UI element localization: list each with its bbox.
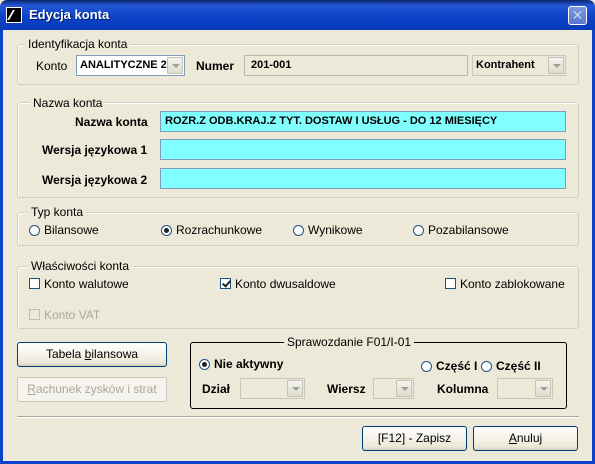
- nazwa-input[interactable]: ROZR.Z ODB.KRAJ.Z TYT. DOSTAW I USŁUG - …: [160, 111, 566, 132]
- zapisz-label: [F12] - Zapisz: [377, 431, 452, 445]
- anuluj-label: Anuluj: [508, 431, 543, 445]
- konto-combo[interactable]: ANALITYCZNE 2: [76, 55, 185, 76]
- radio-rozrachunkowe[interactable]: [161, 225, 172, 236]
- separator: [17, 416, 579, 418]
- typ-combo[interactable]: Kontrahent: [472, 55, 566, 76]
- radio-pozabilansowe[interactable]: [413, 225, 424, 236]
- nazwa-value: ROZR.Z ODB.KRAJ.Z TYT. DOSTAW I USŁUG - …: [165, 115, 498, 127]
- rachunek-zyskow-button: Rachunek zysków i strat: [17, 377, 167, 402]
- radio-czesc1-label: Część I: [436, 359, 478, 373]
- radio-wynikowe-label: Wynikowe: [308, 223, 363, 237]
- typ-konta-legend: Typ konta: [28, 205, 87, 219]
- checkbox-zablokowane[interactable]: [445, 278, 456, 289]
- identyfikacja-legend: Identyfikacja konta: [25, 37, 131, 51]
- chevron-down-icon[interactable]: [167, 57, 183, 74]
- tabela-bilansowa-button[interactable]: Tabela bilansowa: [17, 342, 167, 367]
- wersja1-label: Wersja językowa 1: [42, 143, 148, 157]
- radio-bilansowe[interactable]: [29, 225, 40, 236]
- zapisz-button[interactable]: [F12] - Zapisz: [362, 426, 467, 451]
- tabela-bilansowa-label: Tabela bilansowa: [45, 347, 139, 361]
- radio-nie-aktywny-label: Nie aktywny: [214, 357, 284, 371]
- wersja2-input[interactable]: [160, 168, 566, 189]
- checkbox-vat-label: Konto VAT: [44, 308, 101, 322]
- radio-wynikowe[interactable]: [293, 225, 304, 236]
- radio-nie-aktywny[interactable]: [199, 359, 210, 370]
- radio-czesc1[interactable]: [421, 361, 432, 372]
- radio-pozabilansowe-label: Pozabilansowe: [428, 223, 509, 237]
- chevron-down-icon[interactable]: [535, 380, 551, 397]
- dzial-label: Dział: [202, 382, 231, 396]
- radio-czesc2-label: Część II: [496, 359, 541, 373]
- app-icon: [6, 7, 22, 23]
- radio-czesc2[interactable]: [481, 361, 492, 372]
- dzial-combo[interactable]: [240, 378, 305, 399]
- radio-bilansowe-label: Bilansowe: [44, 223, 99, 237]
- chevron-down-icon[interactable]: [548, 57, 564, 74]
- wiersz-label: Wiersz: [327, 382, 366, 396]
- kolumna-combo[interactable]: [497, 378, 553, 399]
- wiersz-combo[interactable]: [373, 378, 414, 399]
- sprawozdanie-legend: Sprawozdanie F01/I-01: [284, 335, 415, 349]
- checkbox-dwusaldowe-label: Konto dwusaldowe: [235, 277, 336, 291]
- rachunek-zyskow-label: Rachunek zysków i strat: [27, 382, 157, 396]
- numer-label: Numer: [196, 59, 235, 73]
- wersja1-input[interactable]: [160, 139, 566, 160]
- numer-value: 201-001: [251, 59, 292, 71]
- wersja2-label: Wersja językowa 2: [42, 173, 148, 187]
- checkbox-dwusaldowe[interactable]: [220, 278, 231, 289]
- checkbox-zablokowane-label: Konto zablokowane: [460, 277, 565, 291]
- wlasciwosci-group: [17, 266, 579, 329]
- radio-rozrachunkowe-label: Rozrachunkowe: [176, 223, 263, 237]
- numer-field[interactable]: 201-001: [244, 55, 468, 76]
- close-button[interactable]: ✕: [568, 6, 587, 25]
- checkbox-walutowe[interactable]: [29, 278, 40, 289]
- wlasciwosci-legend: Właściwości konta: [28, 259, 133, 273]
- konto-label: Konto: [36, 59, 68, 73]
- nazwa-label: Nazwa konta: [75, 115, 148, 129]
- konto-combo-value: ANALITYCZNE 2: [80, 59, 167, 71]
- checkbox-walutowe-label: Konto walutowe: [44, 277, 129, 291]
- chevron-down-icon[interactable]: [287, 380, 303, 397]
- window-title: Edycja konta: [29, 7, 110, 22]
- nazwa-legend: Nazwa konta: [30, 96, 106, 110]
- chevron-down-icon[interactable]: [396, 380, 412, 397]
- kolumna-label: Kolumna: [437, 382, 489, 396]
- anuluj-button[interactable]: Anuluj: [473, 426, 578, 451]
- typ-combo-value: Kontrahent: [476, 59, 535, 71]
- checkbox-vat: [29, 309, 40, 320]
